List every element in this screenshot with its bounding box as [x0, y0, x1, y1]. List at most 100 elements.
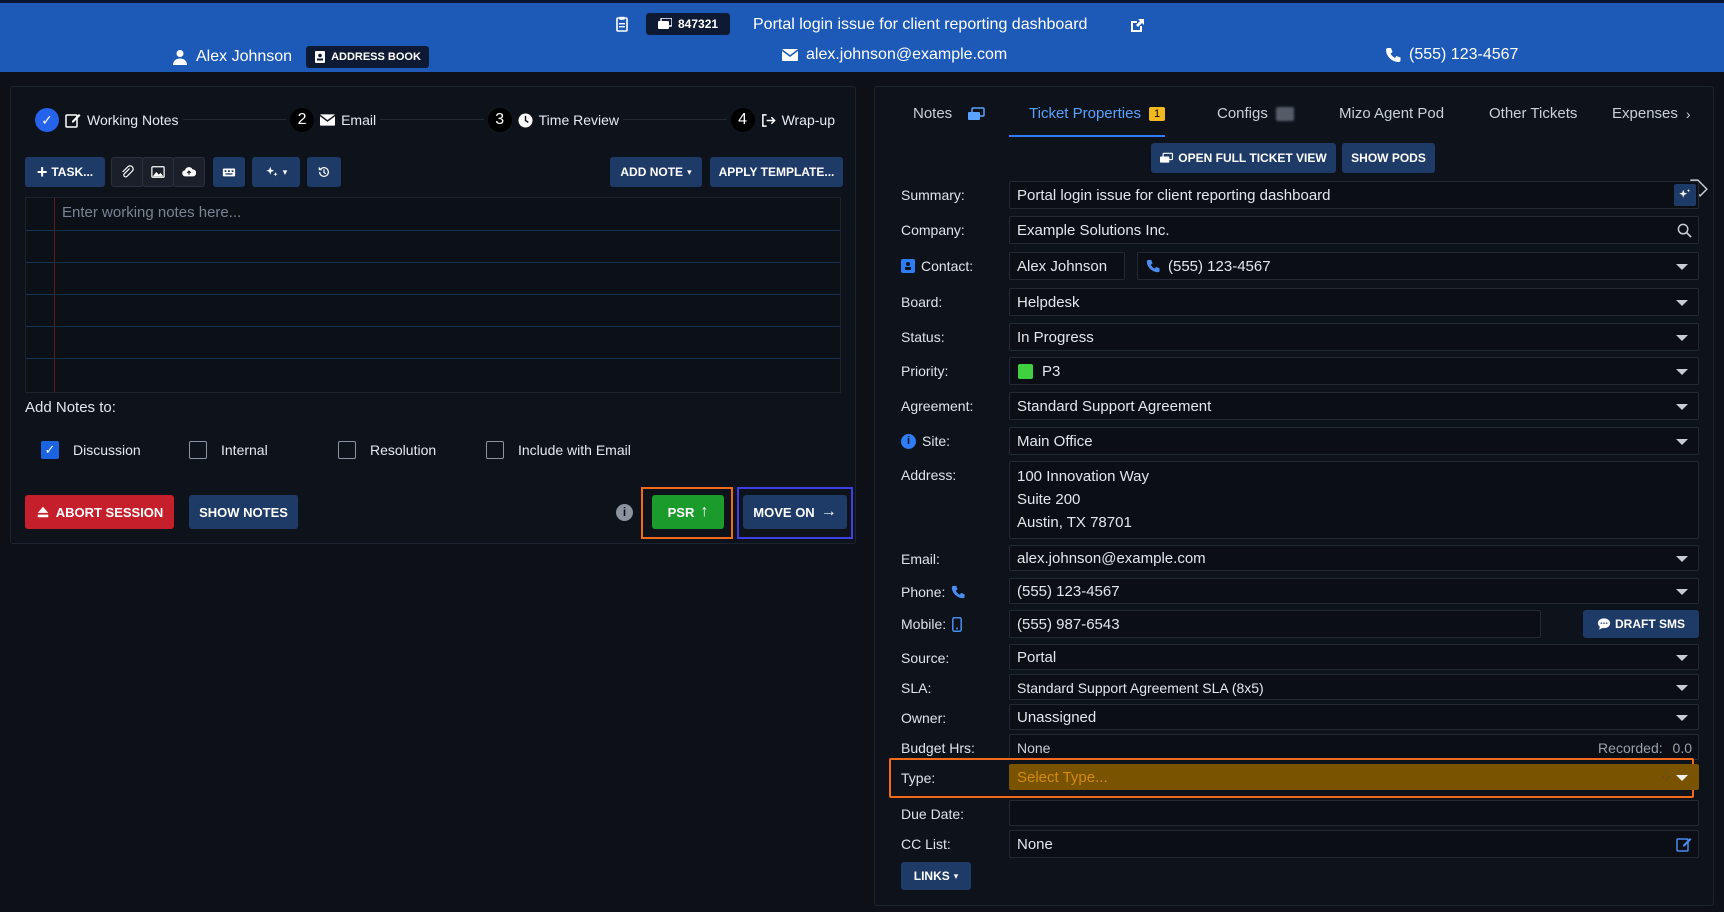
- chevron-down-icon: [1676, 335, 1688, 341]
- site-select[interactable]: Main Office: [1009, 427, 1699, 455]
- ai-magic-button[interactable]: ▾: [252, 157, 300, 187]
- chevron-right-icon[interactable]: ›: [1686, 106, 1691, 122]
- add-task-button[interactable]: + TASK...: [25, 157, 105, 187]
- contact-phone-select[interactable]: (555) 123-4567: [1137, 252, 1699, 280]
- cc-list-input[interactable]: None: [1009, 830, 1699, 858]
- psr-button[interactable]: PSR ↑: [652, 495, 724, 529]
- working-notes-textarea[interactable]: Enter working notes here...: [25, 197, 841, 393]
- agreement-row: Agreement: Standard Support Agreement: [901, 392, 1699, 420]
- summary-input[interactable]: Portal login issue for client reporting …: [1009, 181, 1699, 209]
- source-label: Source:: [901, 650, 950, 666]
- cloud-upload-button[interactable]: [173, 157, 205, 187]
- open-full-ticket-button[interactable]: OPEN FULL TICKET VIEW: [1151, 143, 1336, 173]
- priority-select[interactable]: P3: [1009, 357, 1699, 385]
- site-value: Main Office: [1017, 433, 1093, 450]
- notes-ruled-line: [26, 294, 840, 295]
- step-time-review[interactable]: 3 Time Review: [483, 108, 624, 132]
- tab-ticket-properties[interactable]: Ticket Properties 1: [1029, 105, 1166, 122]
- checkbox-unchecked[interactable]: [189, 441, 207, 459]
- board-select[interactable]: Helpdesk: [1009, 288, 1699, 316]
- edit-icon[interactable]: [1676, 836, 1692, 852]
- sla-value: Standard Support Agreement SLA (8x5): [1017, 680, 1264, 696]
- psr-label: PSR: [667, 504, 695, 520]
- tab-configs[interactable]: Configs 3: [1217, 105, 1294, 122]
- header-email[interactable]: alex.johnson@example.com: [782, 46, 1007, 64]
- keyboard-button[interactable]: [213, 157, 245, 187]
- tickets-icon: [1160, 152, 1174, 163]
- chevron-down-icon: [1676, 685, 1688, 691]
- tab-mizo-agent-pod[interactable]: Mizo Agent Pod: [1339, 105, 1444, 122]
- info-icon[interactable]: i: [616, 504, 633, 521]
- checkbox-unchecked[interactable]: [338, 441, 356, 459]
- address-book-button[interactable]: ADDRESS BOOK: [306, 46, 429, 68]
- step-number: 2: [290, 108, 315, 132]
- ai-sparkle-button[interactable]: [1674, 184, 1696, 206]
- owner-select[interactable]: Unassigned: [1009, 704, 1699, 730]
- header-contact-row: Alex Johnson ADDRESS BOOK alex.johnson@e…: [0, 43, 1724, 71]
- move-on-button[interactable]: MOVE ON →: [743, 495, 847, 529]
- sla-select[interactable]: Standard Support Agreement SLA (8x5): [1009, 674, 1699, 700]
- contact-name-input[interactable]: Alex Johnson: [1009, 252, 1125, 280]
- links-button[interactable]: LINKS ▾: [901, 862, 971, 890]
- external-link-icon[interactable]: [1129, 18, 1145, 34]
- show-pods-button[interactable]: SHOW PODS: [1342, 143, 1435, 173]
- show-notes-button[interactable]: SHOW NOTES: [189, 495, 298, 529]
- chevron-down-icon: [1676, 556, 1688, 562]
- apply-template-button[interactable]: APPLY TEMPLATE...: [710, 157, 843, 187]
- header-phone[interactable]: (555) 123-4567: [1385, 46, 1518, 64]
- tab-notes[interactable]: Notes: [913, 105, 986, 122]
- site-label-wrap: i Site:: [901, 433, 950, 449]
- history-button[interactable]: [307, 157, 341, 187]
- step-email[interactable]: 2 Email: [286, 108, 381, 132]
- tab-other-tickets[interactable]: Other Tickets: [1489, 105, 1577, 122]
- ticket-number-badge[interactable]: 847321: [646, 13, 731, 35]
- arrow-up-icon: ↑: [700, 503, 709, 520]
- discussion-checkbox[interactable]: ✓ Discussion: [41, 441, 189, 459]
- checkbox-checked[interactable]: ✓: [41, 441, 59, 459]
- phone-select[interactable]: (555) 123-4567: [1009, 578, 1699, 604]
- status-select[interactable]: In Progress: [1009, 323, 1699, 351]
- address-book-label: ADDRESS BOOK: [331, 51, 421, 63]
- checkbox-label: Internal: [221, 442, 268, 458]
- agreement-label: Agreement:: [901, 398, 974, 414]
- mobile-input[interactable]: (555) 987-6543: [1009, 610, 1541, 638]
- ticket-icon: [658, 18, 672, 29]
- ticket-header: 847321 Portal login issue for client rep…: [0, 0, 1724, 72]
- notes-toolbar: + TASK... ▾ ADD NOTE ▾ APPLY TEMPLATE...: [25, 157, 843, 189]
- info-icon[interactable]: i: [901, 433, 916, 449]
- cc-list-label: CC List:: [901, 836, 951, 852]
- company-label: Company:: [901, 222, 965, 238]
- add-note-button[interactable]: ADD NOTE ▾: [610, 157, 702, 187]
- internal-checkbox[interactable]: Internal: [189, 441, 338, 459]
- contact-name-value: Alex Johnson: [1017, 258, 1108, 275]
- phone-icon[interactable]: [951, 585, 965, 599]
- cloud-upload-icon: [182, 167, 196, 177]
- due-date-row: Due Date:: [901, 800, 1699, 826]
- mobile-phone-icon[interactable]: [952, 616, 963, 632]
- header-contact: Alex Johnson ADDRESS BOOK: [172, 46, 429, 68]
- tab-expenses[interactable]: Expenses ›: [1612, 105, 1691, 122]
- due-date-input[interactable]: [1009, 800, 1699, 826]
- source-select[interactable]: Portal: [1009, 644, 1699, 670]
- status-row: Status: In Progress: [901, 323, 1699, 351]
- agreement-select[interactable]: Standard Support Agreement: [1009, 392, 1699, 420]
- attach-button[interactable]: [111, 157, 143, 187]
- draft-sms-button[interactable]: DRAFT SMS: [1583, 610, 1699, 638]
- company-input[interactable]: Example Solutions Inc.: [1009, 216, 1699, 244]
- abort-session-button[interactable]: ABORT SESSION: [25, 495, 174, 529]
- address-line2: Suite 200: [1017, 491, 1081, 508]
- configs-badge: 3: [1275, 106, 1294, 121]
- address-textarea[interactable]: 100 Innovation Way Suite 200 Austin, TX …: [1009, 461, 1699, 539]
- resolution-checkbox[interactable]: Resolution: [338, 441, 486, 459]
- type-select[interactable]: Select Type... ⁘: [1009, 764, 1699, 790]
- header-contact-name[interactable]: Alex Johnson: [196, 48, 292, 66]
- contact-card-icon[interactable]: [901, 259, 915, 273]
- step-working-notes[interactable]: ✓ Working Notes: [31, 108, 183, 132]
- step-wrap-up[interactable]: 4 Wrap-up: [726, 108, 839, 132]
- include-email-checkbox[interactable]: Include with Email: [486, 441, 631, 459]
- checkbox-unchecked[interactable]: [486, 441, 504, 459]
- image-button[interactable]: [142, 157, 174, 187]
- clipboard-icon[interactable]: [614, 16, 630, 32]
- search-icon[interactable]: [1677, 223, 1692, 238]
- email-select[interactable]: alex.johnson@example.com: [1009, 545, 1699, 571]
